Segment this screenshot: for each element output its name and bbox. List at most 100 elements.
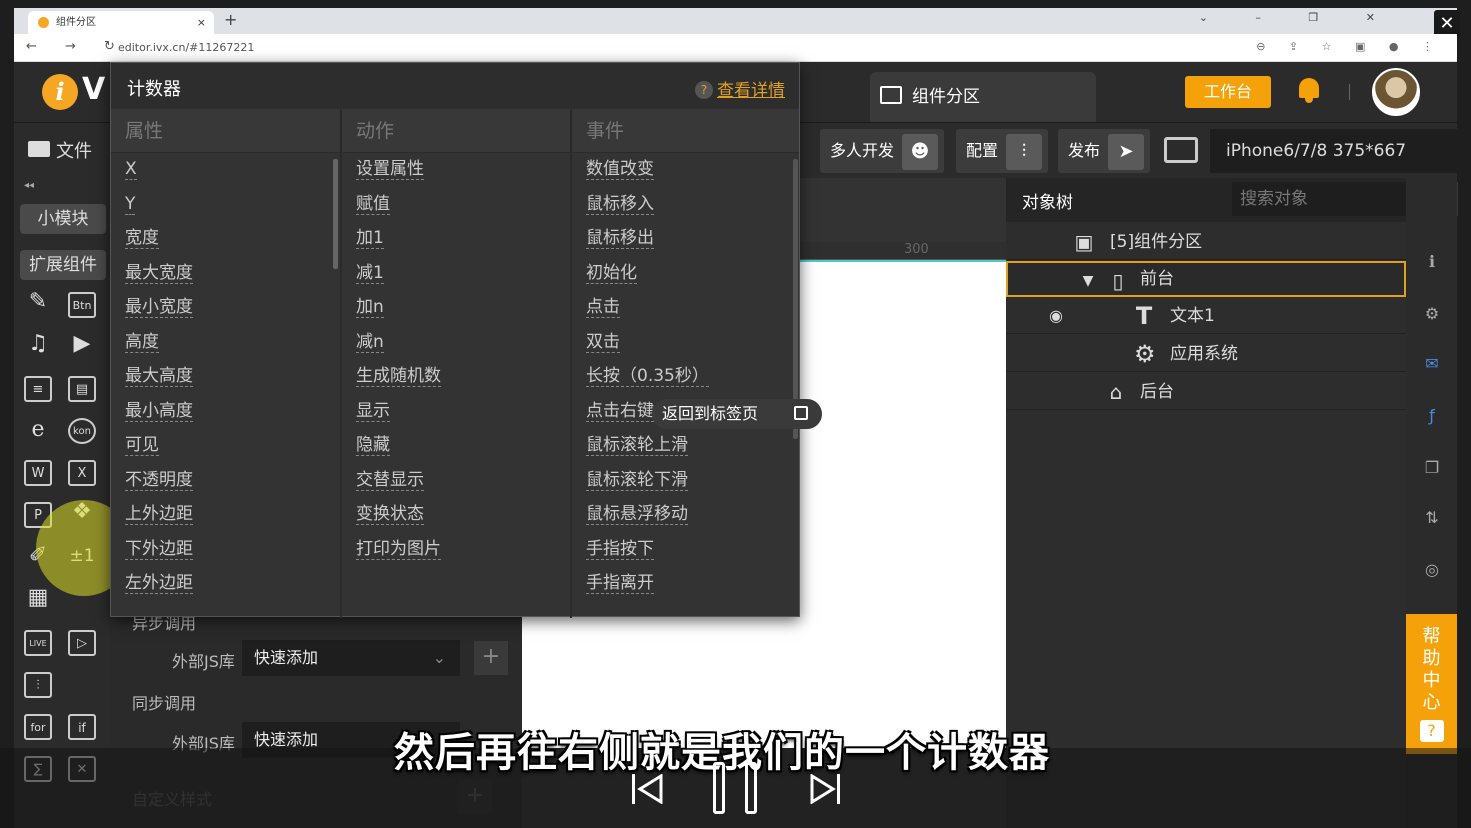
- nav-icons[interactable]: ← → ↻: [26, 39, 127, 54]
- actions-item[interactable]: 打印为图片: [342, 533, 570, 568]
- events-item[interactable]: 长按（0.35秒）: [572, 360, 799, 395]
- new-tab-button[interactable]: +: [224, 10, 237, 29]
- props-item[interactable]: 最小宽度: [111, 291, 340, 326]
- events-item[interactable]: 鼠标悬浮移动: [572, 498, 799, 533]
- player-icon[interactable]: ▷: [68, 630, 96, 656]
- props-item[interactable]: 高度: [111, 326, 340, 361]
- info-icon[interactable]: ℹ: [1420, 250, 1444, 274]
- actions-item[interactable]: 加n: [342, 291, 570, 326]
- publish-button[interactable]: 发布 ➤: [1058, 129, 1150, 173]
- props-item[interactable]: 下外边距: [111, 533, 340, 568]
- excel-icon[interactable]: X: [68, 460, 96, 486]
- props-item[interactable]: 宽度: [111, 222, 340, 257]
- next-icon[interactable]: [810, 774, 844, 804]
- avatar[interactable]: [1372, 68, 1420, 116]
- props-item[interactable]: 左外边距: [111, 567, 340, 602]
- actions-item[interactable]: 减n: [342, 326, 570, 361]
- props-item[interactable]: 最大高度: [111, 360, 340, 395]
- caret-down-icon[interactable]: ▼: [1078, 271, 1098, 291]
- props-item[interactable]: Y: [111, 188, 340, 223]
- props-icon[interactable]: ⚙: [1420, 302, 1444, 326]
- tree-item-app-system[interactable]: ⚙ 应用系统: [1006, 336, 1406, 372]
- workbench-button[interactable]: 工作台: [1185, 76, 1271, 108]
- events-item[interactable]: 数值改变: [572, 153, 799, 188]
- actions-item[interactable]: 设置属性: [342, 153, 570, 188]
- scrollbar[interactable]: [333, 159, 338, 269]
- search-input[interactable]: 搜索对象: [1232, 182, 1422, 216]
- swap-icon[interactable]: ⇅: [1420, 506, 1444, 530]
- url-field[interactable]: editor.ivx.cn/#11267221: [118, 41, 254, 54]
- previous-icon[interactable]: [630, 774, 664, 804]
- tree-item-backend[interactable]: ⌂ 后台: [1006, 374, 1406, 410]
- device-select[interactable]: iPhone6/7/8 375*667: [1210, 129, 1457, 173]
- chat-icon[interactable]: ✉: [1420, 352, 1444, 376]
- props-item[interactable]: 不透明度: [111, 464, 340, 499]
- tab-component-partition[interactable]: 组件分区: [870, 72, 1096, 122]
- tab-close-icon[interactable]: ×: [197, 11, 206, 34]
- quick-add-select[interactable]: 快速添加 ⌄: [242, 640, 460, 676]
- image-text-icon[interactable]: ▤: [68, 376, 96, 402]
- bell-icon[interactable]: [1297, 76, 1321, 104]
- video-icon[interactable]: ▶: [68, 332, 96, 358]
- actions-item[interactable]: 显示: [342, 395, 570, 430]
- props-item[interactable]: 最小高度: [111, 395, 340, 430]
- actions-item[interactable]: 赋值: [342, 188, 570, 223]
- events-item[interactable]: 点击: [572, 291, 799, 326]
- ie-icon[interactable]: e: [24, 418, 52, 444]
- address-bar-icons[interactable]: ⊖ ⇪ ☆ ▣ ● ⋮: [1256, 40, 1443, 53]
- actions-item[interactable]: 生成随机数: [342, 360, 570, 395]
- tree-item-root[interactable]: ▣ [5]组件分区: [1006, 224, 1406, 260]
- window-controls[interactable]: ⌄ – ❐ ✕: [1199, 11, 1397, 24]
- events-item[interactable]: 鼠标滚轮上滑: [572, 429, 799, 464]
- props-item[interactable]: 上外边距: [111, 498, 340, 533]
- eye-icon[interactable]: ◉: [1046, 306, 1066, 326]
- text-icon[interactable]: ≡: [24, 376, 52, 402]
- if-icon[interactable]: if: [68, 714, 96, 740]
- props-item[interactable]: 可见: [111, 429, 340, 464]
- props-item[interactable]: X: [111, 153, 340, 188]
- music-icon[interactable]: ♫: [24, 332, 52, 358]
- collapse-icon[interactable]: ◂◂: [24, 180, 34, 191]
- extend-component-button[interactable]: 扩展组件: [20, 250, 106, 280]
- word-icon[interactable]: W: [24, 460, 52, 486]
- qr-icon[interactable]: ▦: [24, 586, 52, 612]
- events-item[interactable]: 鼠标移入: [572, 188, 799, 223]
- actions-item[interactable]: 变换状态: [342, 498, 570, 533]
- pause-icon-right[interactable]: [745, 762, 757, 814]
- events-item[interactable]: 鼠标滚轮下滑: [572, 464, 799, 499]
- actions-item[interactable]: 减1: [342, 257, 570, 292]
- add-button[interactable]: +: [474, 641, 508, 675]
- props-item[interactable]: 最大宽度: [111, 257, 340, 292]
- multi-dev-button[interactable]: 多人开发 ☻: [820, 129, 944, 173]
- events-item[interactable]: 手指按下: [572, 533, 799, 568]
- events-item[interactable]: 双击: [572, 326, 799, 361]
- help-center-button[interactable]: 帮助中心 ?: [1406, 614, 1457, 754]
- icon-font-icon[interactable]: kon: [68, 418, 96, 444]
- events-item[interactable]: 初始化: [572, 257, 799, 292]
- actions-item[interactable]: 加1: [342, 222, 570, 257]
- events-item[interactable]: 手指离开: [572, 567, 799, 602]
- actions-item[interactable]: 交替显示: [342, 464, 570, 499]
- for-icon[interactable]: for: [24, 714, 52, 740]
- tree-item-text[interactable]: ◉ T 文本1: [1006, 298, 1406, 334]
- view-details-link[interactable]: ? 查看详情: [695, 76, 785, 101]
- actions-item[interactable]: 隐藏: [342, 429, 570, 464]
- artboard[interactable]: [800, 260, 1006, 748]
- function-icon[interactable]: ƒ: [1420, 404, 1444, 428]
- events-item[interactable]: 鼠标移出: [572, 222, 799, 257]
- live-icon[interactable]: LIVE: [24, 630, 52, 656]
- browser-tab[interactable]: 组件分区 ×: [28, 11, 214, 34]
- device-icon[interactable]: [1164, 137, 1198, 163]
- small-module-button[interactable]: 小模块: [20, 204, 106, 234]
- config-button[interactable]: 配置 ⫶: [956, 129, 1048, 173]
- sliders-icon[interactable]: ⫶: [24, 672, 52, 698]
- file-menu-button[interactable]: 文件: [28, 137, 92, 163]
- pen-icon[interactable]: ✎: [24, 290, 52, 316]
- return-to-tab-tooltip[interactable]: 返回到标签页: [652, 399, 822, 429]
- copy-icon[interactable]: ❐: [1420, 456, 1444, 480]
- button-icon[interactable]: Btn: [68, 292, 96, 318]
- pause-icon-left[interactable]: [713, 762, 725, 814]
- target-icon[interactable]: ◎: [1420, 558, 1444, 582]
- scrollbar[interactable]: [793, 159, 798, 439]
- tree-item-frontend[interactable]: ▼ ▯ 前台: [1006, 261, 1406, 297]
